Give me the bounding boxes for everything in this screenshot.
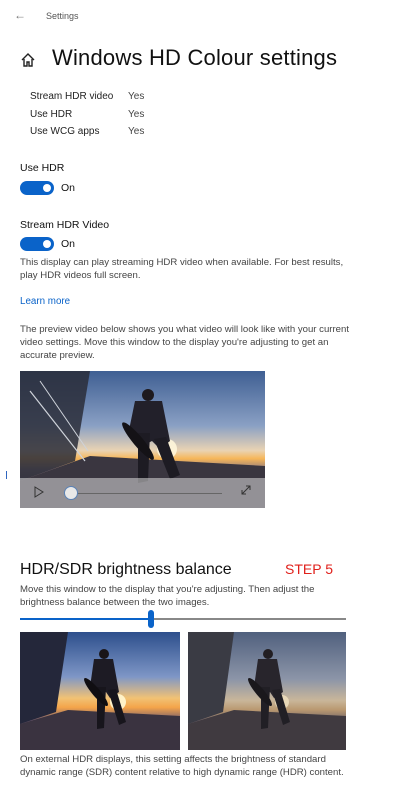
preview-description: The preview video below shows you what v… (20, 324, 350, 361)
learn-more-link[interactable]: Learn more (20, 296, 70, 307)
video-scrubber-track[interactable] (70, 493, 222, 494)
info-value-wcg-apps: Yes (128, 126, 145, 137)
balance-slider-track-empty[interactable] (154, 618, 346, 620)
brightness-balance-title: HDR/SDR brightness balance (20, 561, 232, 578)
back-arrow-icon[interactable]: ← (14, 9, 26, 21)
page-title: Windows HD Colour settings (52, 45, 338, 70)
balance-slider-track-filled[interactable] (20, 618, 150, 620)
home-icon (21, 53, 35, 67)
step-annotation: STEP 5 (285, 561, 333, 577)
use-hdr-label: Use HDR (20, 162, 65, 174)
play-icon[interactable] (34, 486, 44, 498)
use-hdr-state: On (61, 182, 76, 194)
info-label-wcg-apps: Use WCG apps (30, 126, 100, 137)
info-label-use-hdr: Use HDR (30, 109, 73, 120)
video-scrubber-thumb[interactable] (64, 486, 78, 500)
app-title: Settings (46, 11, 79, 21)
expand-icon[interactable] (240, 484, 252, 496)
info-value-stream-hdr: Yes (128, 91, 145, 102)
stream-hdr-state: On (61, 238, 76, 250)
info-value-use-hdr: Yes (128, 109, 145, 120)
use-hdr-toggle[interactable] (20, 181, 54, 195)
brightness-balance-description: Move this window to the display that you… (20, 584, 315, 608)
stream-hdr-label: Stream HDR Video (20, 219, 110, 231)
brightness-balance-footer: On external HDR displays, this setting a… (20, 754, 344, 778)
stream-hdr-description: This display can play streaming HDR vide… (20, 257, 344, 281)
info-label-stream-hdr: Stream HDR video (30, 91, 114, 102)
stream-hdr-toggle[interactable] (20, 237, 54, 251)
side-marker (6, 471, 7, 479)
sdr-sample-image (188, 632, 346, 750)
balance-slider-thumb[interactable] (148, 610, 154, 628)
hdr-sample-image (20, 632, 180, 750)
